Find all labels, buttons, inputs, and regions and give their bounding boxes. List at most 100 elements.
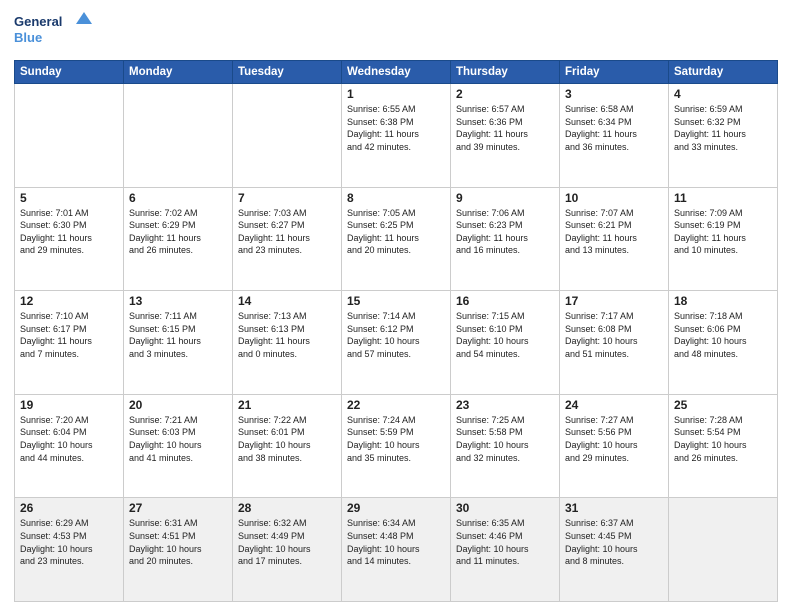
day-info: Sunrise: 7:01 AM Sunset: 6:30 PM Dayligh… [20, 207, 118, 257]
calendar-week-3: 12 Sunrise: 7:10 AM Sunset: 6:17 PM Dayli… [15, 291, 778, 395]
day-info: Sunrise: 7:14 AM Sunset: 6:12 PM Dayligh… [347, 310, 445, 360]
day-number: 12 [20, 294, 118, 308]
calendar-cell [233, 84, 342, 188]
calendar-cell: 9 Sunrise: 7:06 AM Sunset: 6:23 PM Daylig… [451, 187, 560, 291]
day-number: 25 [674, 398, 772, 412]
calendar-cell: 7Sunrise: 7:03 AM Sunset: 6:27 PM Daylig… [233, 187, 342, 291]
calendar-cell: 11Sunrise: 7:09 AM Sunset: 6:19 PM Dayli… [669, 187, 778, 291]
day-number: 2 [456, 87, 554, 101]
svg-text:Blue: Blue [14, 30, 42, 45]
day-number: 7 [238, 191, 336, 205]
calendar-cell: 1 Sunrise: 6:55 AM Sunset: 6:38 PM Daylig… [342, 84, 451, 188]
day-number: 8 [347, 191, 445, 205]
day-number: 24 [565, 398, 663, 412]
day-number: 31 [565, 501, 663, 515]
page: General Blue SundayMondayTuesdayWednesda… [0, 0, 792, 612]
day-info: Sunrise: 6:31 AM Sunset: 4:51 PM Dayligh… [129, 517, 227, 567]
calendar-cell: 31 Sunrise: 6:37 AM Sunset: 4:45 PM Dayli… [560, 498, 669, 602]
day-info: Sunrise: 6:35 AM Sunset: 4:46 PM Dayligh… [456, 517, 554, 567]
calendar-week-2: 5 Sunrise: 7:01 AM Sunset: 6:30 PM Daylig… [15, 187, 778, 291]
calendar-cell: 13Sunrise: 7:11 AM Sunset: 6:15 PM Dayli… [124, 291, 233, 395]
day-info: Sunrise: 7:02 AM Sunset: 6:29 PM Dayligh… [129, 207, 227, 257]
day-info: Sunrise: 7:15 AM Sunset: 6:10 PM Dayligh… [456, 310, 554, 360]
day-number: 1 [347, 87, 445, 101]
day-info: Sunrise: 6:29 AM Sunset: 4:53 PM Dayligh… [20, 517, 118, 567]
calendar-cell: 2 Sunrise: 6:57 AM Sunset: 6:36 PM Daylig… [451, 84, 560, 188]
day-info: Sunrise: 6:59 AM Sunset: 6:32 PM Dayligh… [674, 103, 772, 153]
day-info: Sunrise: 7:07 AM Sunset: 6:21 PM Dayligh… [565, 207, 663, 257]
day-header-saturday: Saturday [669, 61, 778, 84]
day-info: Sunrise: 7:06 AM Sunset: 6:23 PM Dayligh… [456, 207, 554, 257]
calendar-cell: 19 Sunrise: 7:20 AM Sunset: 6:04 PM Dayli… [15, 394, 124, 498]
day-info: Sunrise: 7:24 AM Sunset: 5:59 PM Dayligh… [347, 414, 445, 464]
day-number: 17 [565, 294, 663, 308]
calendar-cell: 24 Sunrise: 7:27 AM Sunset: 5:56 PM Dayli… [560, 394, 669, 498]
day-header-thursday: Thursday [451, 61, 560, 84]
calendar-cell: 14 Sunrise: 7:13 AM Sunset: 6:13 PM Dayli… [233, 291, 342, 395]
day-info: Sunrise: 7:22 AM Sunset: 6:01 PM Dayligh… [238, 414, 336, 464]
calendar-cell: 30 Sunrise: 6:35 AM Sunset: 4:46 PM Dayli… [451, 498, 560, 602]
calendar-cell: 15 Sunrise: 7:14 AM Sunset: 6:12 PM Dayli… [342, 291, 451, 395]
day-header-friday: Friday [560, 61, 669, 84]
calendar-cell: 17 Sunrise: 7:17 AM Sunset: 6:08 PM Dayli… [560, 291, 669, 395]
day-info: Sunrise: 7:18 AM Sunset: 6:06 PM Dayligh… [674, 310, 772, 360]
day-info: Sunrise: 7:25 AM Sunset: 5:58 PM Dayligh… [456, 414, 554, 464]
day-info: Sunrise: 7:21 AM Sunset: 6:03 PM Dayligh… [129, 414, 227, 464]
calendar-cell: 8Sunrise: 7:05 AM Sunset: 6:25 PM Daylig… [342, 187, 451, 291]
calendar-cell [15, 84, 124, 188]
day-number: 18 [674, 294, 772, 308]
day-info: Sunrise: 7:13 AM Sunset: 6:13 PM Dayligh… [238, 310, 336, 360]
svg-text:General: General [14, 14, 62, 29]
day-info: Sunrise: 7:27 AM Sunset: 5:56 PM Dayligh… [565, 414, 663, 464]
calendar-cell: 21Sunrise: 7:22 AM Sunset: 6:01 PM Dayli… [233, 394, 342, 498]
day-info: Sunrise: 7:17 AM Sunset: 6:08 PM Dayligh… [565, 310, 663, 360]
day-info: Sunrise: 7:28 AM Sunset: 5:54 PM Dayligh… [674, 414, 772, 464]
day-number: 22 [347, 398, 445, 412]
calendar-cell: 16 Sunrise: 7:15 AM Sunset: 6:10 PM Dayli… [451, 291, 560, 395]
calendar-cell: 12 Sunrise: 7:10 AM Sunset: 6:17 PM Dayli… [15, 291, 124, 395]
calendar-cell: 4 Sunrise: 6:59 AM Sunset: 6:32 PM Daylig… [669, 84, 778, 188]
day-number: 14 [238, 294, 336, 308]
day-number: 4 [674, 87, 772, 101]
calendar-cell: 6 Sunrise: 7:02 AM Sunset: 6:29 PM Daylig… [124, 187, 233, 291]
day-number: 23 [456, 398, 554, 412]
day-number: 20 [129, 398, 227, 412]
calendar-cell: 26Sunrise: 6:29 AM Sunset: 4:53 PM Dayli… [15, 498, 124, 602]
day-info: Sunrise: 6:34 AM Sunset: 4:48 PM Dayligh… [347, 517, 445, 567]
day-number: 5 [20, 191, 118, 205]
day-number: 3 [565, 87, 663, 101]
calendar-week-5: 26Sunrise: 6:29 AM Sunset: 4:53 PM Dayli… [15, 498, 778, 602]
day-number: 29 [347, 501, 445, 515]
day-header-monday: Monday [124, 61, 233, 84]
day-number: 10 [565, 191, 663, 205]
calendar-cell: 25 Sunrise: 7:28 AM Sunset: 5:54 PM Dayli… [669, 394, 778, 498]
header: General Blue [14, 10, 778, 52]
calendar-cell: 23 Sunrise: 7:25 AM Sunset: 5:58 PM Dayli… [451, 394, 560, 498]
day-number: 30 [456, 501, 554, 515]
day-number: 9 [456, 191, 554, 205]
day-header-sunday: Sunday [15, 61, 124, 84]
calendar-cell: 10 Sunrise: 7:07 AM Sunset: 6:21 PM Dayli… [560, 187, 669, 291]
calendar-cell [124, 84, 233, 188]
day-header-wednesday: Wednesday [342, 61, 451, 84]
calendar-cell: 5 Sunrise: 7:01 AM Sunset: 6:30 PM Daylig… [15, 187, 124, 291]
logo-svg: General Blue [14, 10, 94, 52]
calendar-cell: 22 Sunrise: 7:24 AM Sunset: 5:59 PM Dayli… [342, 394, 451, 498]
day-number: 28 [238, 501, 336, 515]
day-info: Sunrise: 6:37 AM Sunset: 4:45 PM Dayligh… [565, 517, 663, 567]
calendar: SundayMondayTuesdayWednesdayThursdayFrid… [14, 60, 778, 602]
calendar-cell [669, 498, 778, 602]
calendar-week-1: 1 Sunrise: 6:55 AM Sunset: 6:38 PM Daylig… [15, 84, 778, 188]
day-number: 15 [347, 294, 445, 308]
day-number: 19 [20, 398, 118, 412]
day-number: 16 [456, 294, 554, 308]
day-info: Sunrise: 6:57 AM Sunset: 6:36 PM Dayligh… [456, 103, 554, 153]
day-info: Sunrise: 6:58 AM Sunset: 6:34 PM Dayligh… [565, 103, 663, 153]
calendar-cell: 29 Sunrise: 6:34 AM Sunset: 4:48 PM Dayli… [342, 498, 451, 602]
day-number: 6 [129, 191, 227, 205]
day-info: Sunrise: 7:10 AM Sunset: 6:17 PM Dayligh… [20, 310, 118, 360]
day-info: Sunrise: 6:55 AM Sunset: 6:38 PM Dayligh… [347, 103, 445, 153]
day-info: Sunrise: 7:09 AM Sunset: 6:19 PM Dayligh… [674, 207, 772, 257]
day-number: 27 [129, 501, 227, 515]
day-info: Sunrise: 7:20 AM Sunset: 6:04 PM Dayligh… [20, 414, 118, 464]
